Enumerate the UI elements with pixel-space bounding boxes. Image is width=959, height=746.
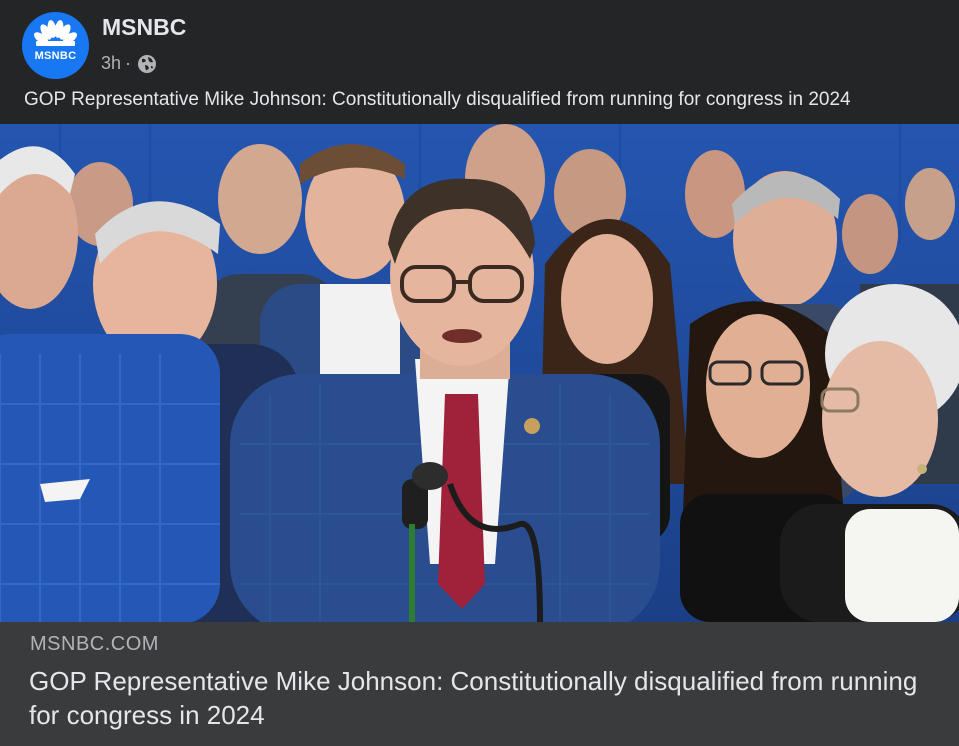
post-header: MSNBC MSNBC 3h · GOP Representative Mike… bbox=[0, 0, 959, 124]
post-timestamp[interactable]: 3h bbox=[101, 53, 121, 74]
news-photo-image bbox=[0, 124, 959, 622]
post-caption: GOP Representative Mike Johnson: Constit… bbox=[24, 89, 851, 110]
globe-icon[interactable] bbox=[137, 54, 157, 74]
page-name-link[interactable]: MSNBC bbox=[102, 14, 186, 41]
link-preview-card[interactable]: MSNBC.COM GOP Representative Mike Johnso… bbox=[0, 622, 959, 746]
post-photo[interactable] bbox=[0, 124, 959, 622]
msnbc-avatar[interactable]: MSNBC bbox=[22, 12, 89, 79]
link-domain: MSNBC.COM bbox=[30, 633, 159, 655]
link-headline[interactable]: GOP Representative Mike Johnson: Constit… bbox=[29, 664, 929, 732]
facebook-post: MSNBC MSNBC 3h · GOP Representative Mike… bbox=[0, 0, 959, 746]
meta-separator: · bbox=[125, 53, 132, 73]
post-meta: 3h · bbox=[101, 53, 157, 74]
peacock-logo-icon bbox=[34, 20, 77, 46]
avatar-label: MSNBC bbox=[34, 50, 77, 62]
